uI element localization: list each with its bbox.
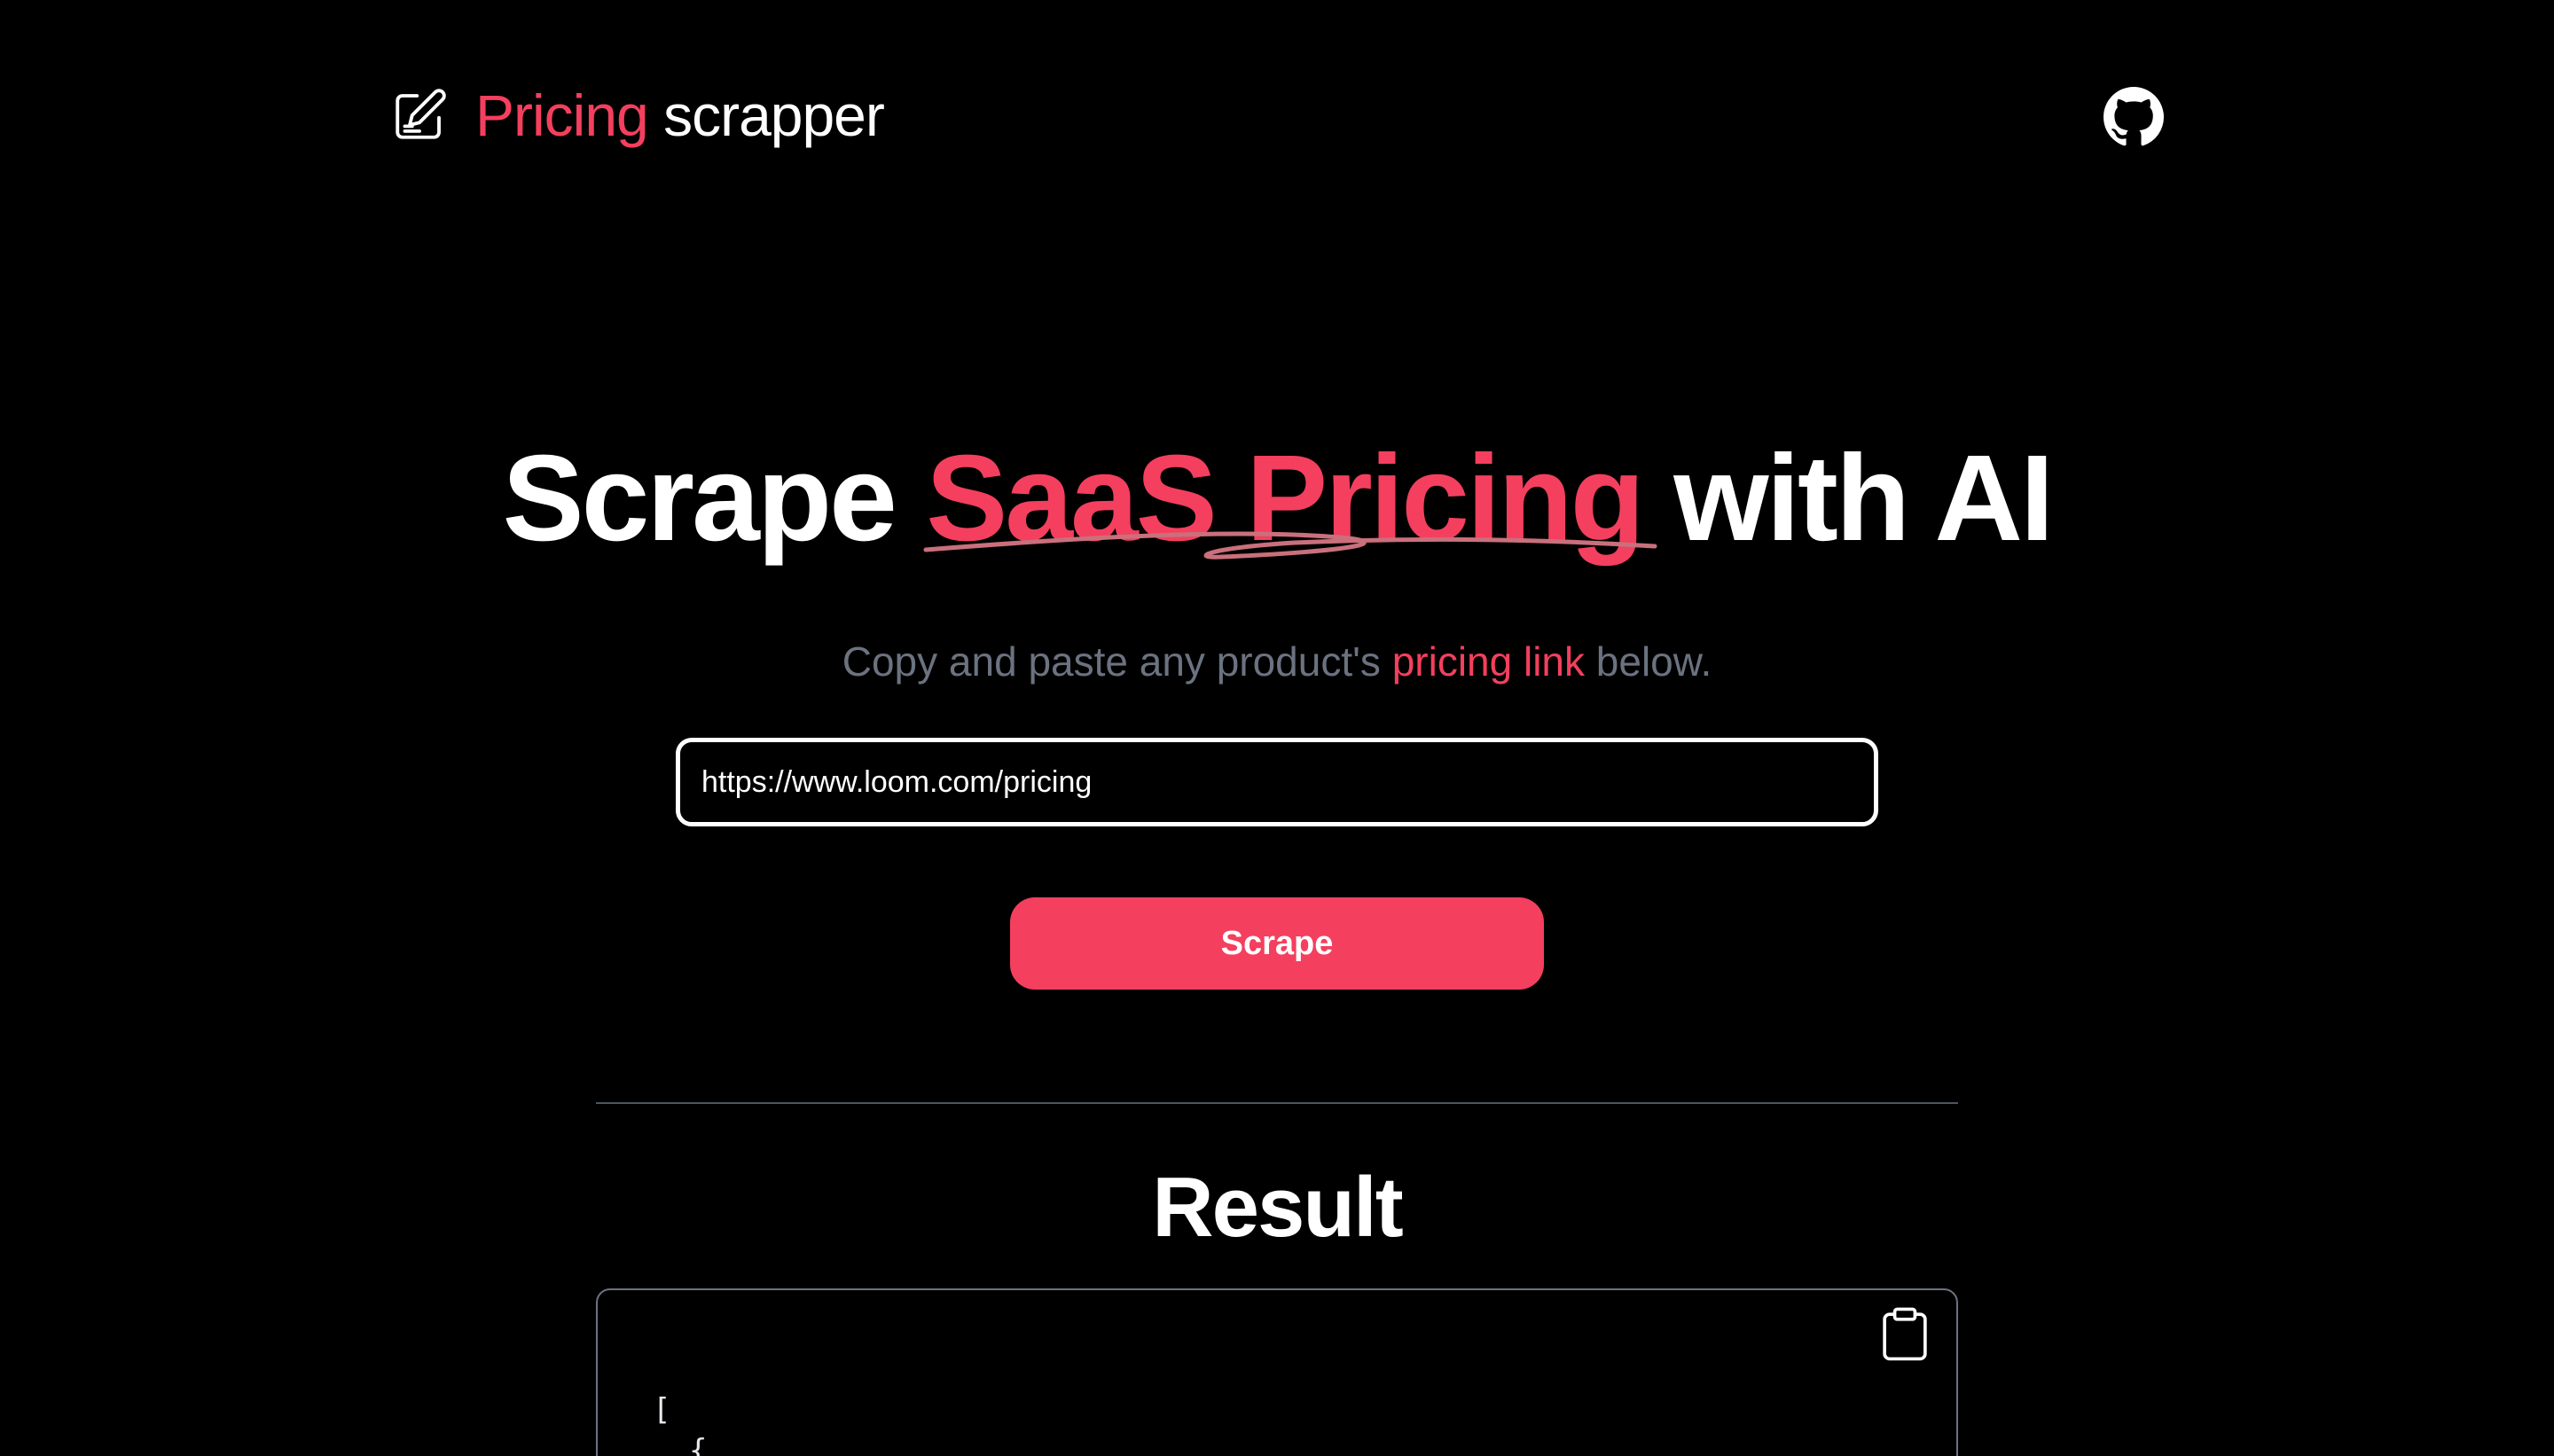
github-icon bbox=[2104, 87, 2164, 146]
brand-link[interactable]: Pricing scrapper bbox=[390, 80, 885, 151]
clipboard-icon bbox=[1883, 1307, 1927, 1361]
hero-title-start: Scrape bbox=[502, 430, 927, 567]
hero-title: Scrape SaaS Pricing with AI bbox=[0, 427, 2554, 569]
hero-subtitle: Copy and paste any product's pricing lin… bbox=[0, 635, 2554, 688]
hero-title-end: with AI bbox=[1641, 430, 2054, 567]
subtitle-accent: pricing link bbox=[1391, 638, 1586, 685]
code-line: [ bbox=[653, 1392, 671, 1428]
code-line: { bbox=[653, 1433, 708, 1456]
copy-button[interactable] bbox=[1880, 1306, 1930, 1363]
subtitle-end: below. bbox=[1585, 638, 1712, 685]
scrape-button[interactable]: Scrape bbox=[1010, 897, 1544, 990]
section-divider bbox=[596, 1102, 1958, 1104]
hero-title-accent-text: SaaS Pricing bbox=[926, 430, 1645, 567]
brand-name-accent: Pricing bbox=[475, 82, 649, 148]
brand-name: Pricing scrapper bbox=[475, 80, 885, 151]
edit-note-icon bbox=[396, 89, 446, 139]
result-code-box: [ { bbox=[596, 1288, 1958, 1456]
hero-title-accent: SaaS Pricing bbox=[923, 427, 1657, 569]
result-code: [ { bbox=[653, 1389, 707, 1456]
top-header: Pricing scrapper bbox=[390, 80, 2164, 151]
result-title: Result bbox=[1152, 1160, 1403, 1255]
subtitle-start: Copy and paste any product's bbox=[842, 638, 1392, 685]
page: Pricing scrapper Scrape SaaS Pricing wit… bbox=[0, 0, 2554, 1456]
github-link[interactable] bbox=[2104, 87, 2164, 147]
url-input[interactable] bbox=[676, 738, 1878, 826]
brand-name-rest: scrapper bbox=[647, 82, 885, 148]
